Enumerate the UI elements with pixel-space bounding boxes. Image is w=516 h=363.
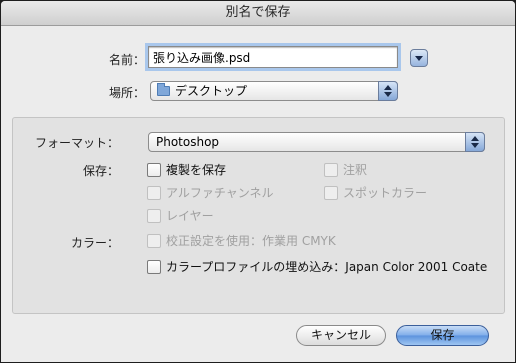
alpha-channels-checkbox[interactable]: アルファチャンネル [147,185,274,201]
chevron-down-icon [415,56,423,61]
color-options-label: カラー： [70,236,119,250]
format-value: Photoshop [156,135,220,149]
as-copy-checkbox[interactable]: 複製を保存 [147,162,226,178]
checkbox-box [324,163,338,177]
checkbox-box [147,209,161,223]
embed-profile-label: カラープロファイルの埋め込み：Japan Color 2001 Coated [166,260,487,274]
save-as-label: 名前： [108,53,145,67]
use-proof-label: 校正設定を使用：作業用 CMYK [166,234,336,248]
filename-input[interactable]: 張り込み画像.psd [148,46,398,68]
updown-arrows-icon [378,81,398,101]
alpha-channels-label: アルファチャンネル [166,186,274,200]
as-copy-label: 複製を保存 [166,163,227,177]
layers-label: レイヤー [166,209,214,223]
format-label: フォーマット： [34,136,119,150]
folder-icon [157,83,170,96]
checkbox-box [147,234,161,248]
embed-profile-checkbox[interactable]: カラープロファイルの埋め込み：Japan Color 2001 Coated [147,259,487,275]
save-as-dialog: 別名で保存 名前： 張り込み画像.psd 場所： デスクトップ フォーマット： … [1,1,515,362]
updown-arrows-icon [465,132,485,152]
cancel-button[interactable]: キャンセル [296,325,386,346]
save-button[interactable]: 保存 [396,325,489,346]
annotations-label: 注釈 [343,163,368,177]
where-popup[interactable]: デスクトップ [150,81,398,101]
checkbox-box [147,186,161,200]
spot-colors-checkbox[interactable]: スポットカラー [324,185,427,201]
expand-button[interactable] [410,49,428,67]
use-proof-checkbox[interactable]: 校正設定を使用：作業用 CMYK [147,233,336,249]
format-popup[interactable]: Photoshop [148,132,485,152]
checkbox-box [147,163,161,177]
spot-colors-label: スポットカラー [343,186,428,200]
layers-checkbox[interactable]: レイヤー [147,208,214,224]
where-value: デスクトップ [175,84,248,98]
window-title: 別名で保存 [1,1,515,26]
save-options-label: 保存： [82,164,119,178]
checkbox-box [324,186,338,200]
annotations-checkbox[interactable]: 注釈 [324,162,367,178]
where-label: 場所： [108,86,145,100]
checkbox-box [147,260,161,274]
